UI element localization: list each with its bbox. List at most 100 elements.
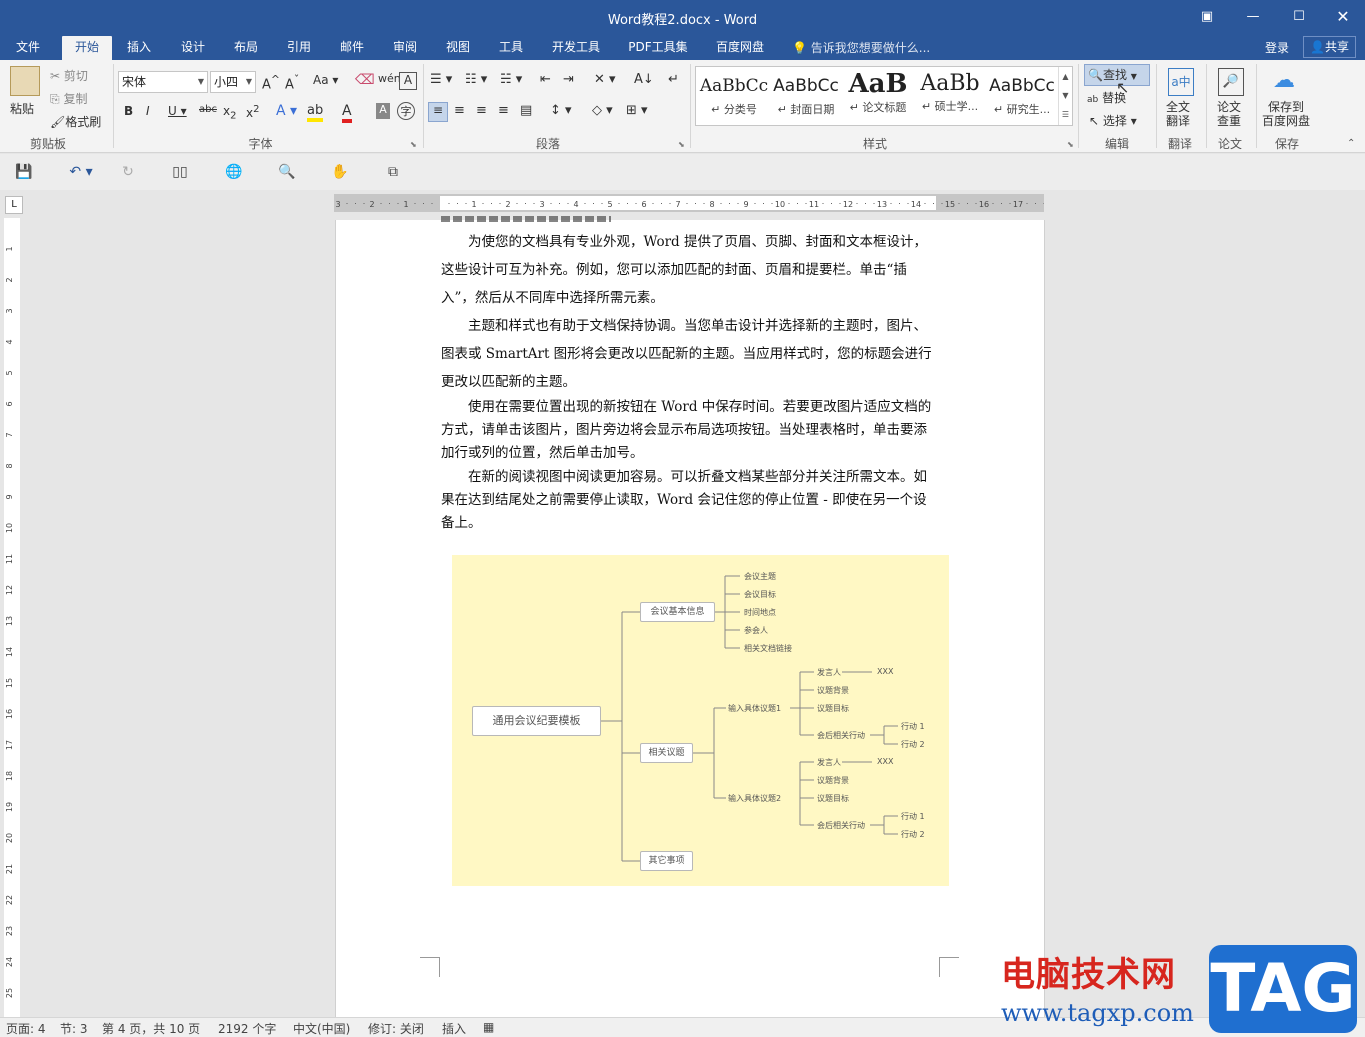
body-paragraph[interactable]: 为使您的文档具有专业外观，Word 提供了页眉、页脚、封面和文本框设计，这些设计… — [441, 228, 937, 312]
body-paragraph[interactable]: 使用在需要位置出现的新按钮在 Word 中保存时间。若要更改图片适应文档的方式，… — [441, 396, 937, 465]
align-right-icon[interactable]: ≡ — [476, 103, 487, 118]
status-track-changes[interactable]: 修订: 关闭 — [368, 1020, 424, 1037]
collapse-ribbon-icon[interactable]: ⌃ — [1347, 138, 1355, 149]
sort-icon[interactable]: A↓ — [634, 72, 654, 87]
undo-icon[interactable]: ↶ ▾ — [66, 162, 96, 182]
align-left-icon[interactable]: ≡ — [428, 102, 448, 122]
dialog-launcher-icon[interactable]: ⬊ — [410, 140, 417, 149]
clear-format-icon[interactable]: ⌫ — [355, 72, 375, 88]
paper-check-button[interactable]: 论文 查重 — [1217, 100, 1241, 128]
tab-review[interactable]: 审阅 — [382, 36, 428, 60]
text-effects-icon[interactable]: A ▾ — [276, 103, 297, 119]
char-border-icon[interactable]: A — [399, 72, 417, 90]
vertical-ruler[interactable]: 1 2 3 4 5 6 7 8 9 10 11 12 13 14 15 16 17 18 19 20 21 22 23 24 2… — [4, 218, 20, 1018]
format-painter-button[interactable]: 🖌格式刷 — [50, 113, 101, 130]
paper-check-icon[interactable]: 🔎 — [1218, 68, 1244, 96]
save-icon[interactable]: 💾 — [14, 162, 34, 182]
dialog-launcher-icon[interactable]: ⬊ — [1067, 140, 1074, 149]
font-color-icon[interactable]: A — [342, 103, 352, 123]
subscript-icon[interactable]: x2 — [223, 104, 236, 121]
distributed-icon[interactable]: ▤ — [520, 103, 532, 118]
tab-view[interactable]: 视图 — [435, 36, 481, 60]
grow-font-icon[interactable]: A^ — [262, 73, 280, 92]
strikethrough-icon[interactable]: abc — [199, 104, 217, 115]
save-baidu-button[interactable]: 保存到 百度网盘 — [1262, 100, 1310, 128]
login-link[interactable]: 登录 — [1265, 39, 1289, 56]
select-button[interactable]: ↖ 选择 ▾ — [1089, 112, 1137, 129]
tab-home[interactable]: 开始 — [62, 36, 112, 60]
tab-layout[interactable]: 布局 — [223, 36, 269, 60]
multilevel-list-icon[interactable]: ☵ ▾ — [500, 72, 522, 87]
body-paragraph[interactable]: 在新的阅读视图中阅读更加容易。可以折叠文档某些部分并关注所需文本。如果在达到结尾… — [441, 466, 937, 535]
align-center-icon[interactable]: ≡ — [454, 103, 465, 118]
status-language[interactable]: 中文(中国) — [293, 1020, 350, 1037]
status-insert-mode[interactable]: 插入 — [442, 1020, 466, 1037]
style-item[interactable]: AaBbCc ↵ 研究生... — [986, 67, 1058, 125]
tab-selector-icon[interactable]: L — [5, 196, 23, 214]
increase-indent-icon[interactable]: ⇥ — [563, 72, 574, 87]
tab-design[interactable]: 设计 — [170, 36, 216, 60]
style-item[interactable]: AaBbCc ↵ 分类号 — [698, 67, 770, 125]
status-word-count[interactable]: 2192 个字 — [218, 1020, 276, 1037]
paste-button[interactable]: 粘贴 — [10, 100, 34, 117]
chinese-layout-icon[interactable]: ✕ ▾ — [594, 72, 616, 87]
underline-icon[interactable]: U ▾ — [168, 104, 187, 118]
tab-mailings[interactable]: 邮件 — [329, 36, 375, 60]
copy-button[interactable]: ⎘ 复制 — [50, 90, 87, 107]
bold-icon[interactable]: B — [124, 104, 133, 118]
cut-button[interactable]: ✂ 剪切 — [50, 67, 88, 84]
enclose-char-icon[interactable]: 字 — [397, 102, 415, 120]
share-button[interactable]: 👤共享 — [1303, 36, 1356, 58]
dialog-launcher-icon[interactable]: ⬊ — [678, 140, 685, 149]
shrink-font-icon[interactable]: Aˇ — [285, 73, 299, 92]
tab-pdf-tools[interactable]: PDF工具集 — [620, 36, 696, 60]
numbering-icon[interactable]: ☷ ▾ — [465, 72, 487, 87]
tab-developer[interactable]: 开发工具 — [544, 36, 608, 60]
minimize-button[interactable]: — — [1230, 0, 1276, 32]
borders-icon[interactable]: ⊞ ▾ — [626, 103, 648, 118]
horizontal-ruler[interactable]: 3 2 1 1 2 3 4 5 6 7 8 9 10 11 12 13 14 15 16 17 — [334, 194, 1044, 212]
body-paragraph[interactable]: 主题和样式也有助于文档保持协调。当您单击设计并选择新的主题时，图片、图表或 Sm… — [441, 312, 937, 396]
tab-tools[interactable]: 工具 — [488, 36, 534, 60]
print-preview-icon[interactable]: 🔍 — [277, 162, 297, 182]
gallery-scroll[interactable]: ▲ ▼ ☰ — [1058, 67, 1072, 125]
decrease-indent-icon[interactable]: ⇤ — [540, 72, 551, 87]
change-case-button[interactable]: Aa ▾ — [313, 73, 338, 87]
close-button[interactable]: ✕ — [1320, 0, 1365, 32]
superscript-icon[interactable]: x2 — [246, 104, 259, 120]
macro-record-icon[interactable]: ▦ — [483, 1020, 494, 1034]
tab-baidu-pan[interactable]: 百度网盘 — [706, 36, 774, 60]
full-translate-button[interactable]: 全文 翻译 — [1166, 100, 1190, 128]
tab-references[interactable]: 引用 — [276, 36, 322, 60]
tab-file[interactable]: 文件 — [6, 36, 50, 60]
font-name-combo[interactable]: 宋体 ▼ — [118, 71, 208, 93]
style-item[interactable]: AaBbCc ↵ 封面日期 — [770, 67, 842, 125]
status-page[interactable]: 页面: 4 — [6, 1020, 46, 1037]
tell-me-box[interactable]: 💡 告诉我您想要做什么... — [792, 39, 930, 56]
web-layout-icon[interactable]: 🌐 — [224, 162, 244, 182]
customize-icon[interactable]: ⧉ — [383, 162, 403, 182]
shading-icon[interactable]: ◇ ▾ — [592, 103, 613, 118]
status-section[interactable]: 节: 3 — [60, 1020, 88, 1037]
mindmap-image[interactable]: 通用会议纪要模板 会议基本信息 相关议题 其它事项 会议主题 会议目标 时间地点… — [452, 555, 949, 886]
translate-icon[interactable]: a中 — [1168, 68, 1194, 96]
bullets-icon[interactable]: ☰ ▾ — [430, 72, 452, 87]
line-spacing-icon[interactable]: ↕ ▾ — [550, 103, 572, 118]
ribbon-display-icon[interactable]: ▣ — [1184, 0, 1230, 32]
style-item[interactable]: AaB ↵ 论文标题 — [842, 67, 914, 125]
italic-icon[interactable]: I — [146, 104, 150, 118]
phonetic-guide-icon[interactable]: wén — [378, 72, 401, 85]
maximize-button[interactable]: ☐ — [1276, 0, 1322, 32]
read-mode-icon[interactable]: ▯▯ — [170, 162, 190, 182]
font-size-combo[interactable]: 小四 ▼ — [210, 71, 256, 93]
style-item[interactable]: AaBb ↵ 硕士学... — [914, 67, 986, 125]
show-marks-icon[interactable]: ↵ — [668, 72, 679, 87]
paste-icon[interactable] — [10, 66, 40, 96]
baidu-cloud-icon[interactable]: ☁ — [1273, 68, 1295, 93]
tab-insert[interactable]: 插入 — [116, 36, 162, 60]
highlight-icon[interactable]: ab — [307, 103, 324, 122]
char-shading-icon[interactable]: A — [376, 103, 390, 119]
status-page-count[interactable]: 第 4 页，共 10 页 — [102, 1020, 200, 1037]
redo-icon[interactable]: ↻ — [118, 162, 138, 182]
justify-icon[interactable]: ≡ — [498, 103, 509, 118]
